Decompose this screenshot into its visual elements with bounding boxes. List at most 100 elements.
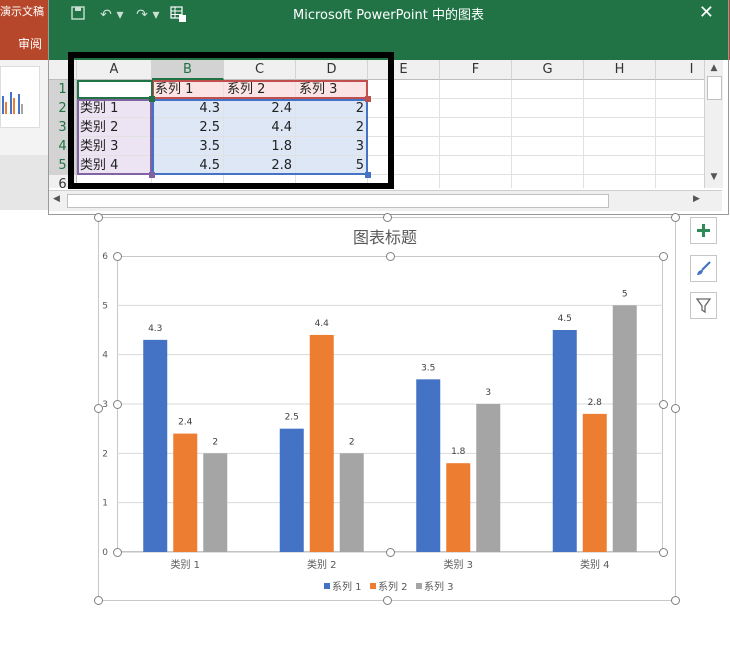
spreadsheet-cell[interactable]: 系列 3 <box>296 80 368 99</box>
range-resize-handle[interactable] <box>149 172 155 178</box>
spreadsheet-cell[interactable]: 类别 3 <box>77 137 152 156</box>
column-header-e[interactable]: E <box>368 60 440 80</box>
spreadsheet-cell[interactable] <box>152 175 224 188</box>
column-header-a[interactable]: A <box>77 60 152 80</box>
column-header-h[interactable]: H <box>584 60 656 80</box>
spreadsheet-cell[interactable] <box>584 99 656 118</box>
range-resize-handle[interactable] <box>365 172 371 178</box>
spreadsheet-cell[interactable] <box>440 175 512 188</box>
spreadsheet-cell[interactable]: 4.3 <box>152 99 224 118</box>
scroll-up-icon[interactable]: ▲ <box>707 63 721 75</box>
spreadsheet-cell[interactable] <box>656 118 704 137</box>
spreadsheet-cell[interactable]: 系列 1 <box>152 80 224 99</box>
spreadsheet-cell[interactable] <box>368 118 440 137</box>
spreadsheet-cell[interactable]: 2.8 <box>224 156 296 175</box>
spreadsheet-cell[interactable] <box>656 80 704 99</box>
ppt-tab-review[interactable]: 审阅 <box>18 35 42 52</box>
spreadsheet-cell[interactable] <box>440 99 512 118</box>
spreadsheet-cell[interactable]: 1.8 <box>224 137 296 156</box>
chart-title[interactable]: 图表标题 <box>300 224 470 248</box>
chart-filters-button[interactable] <box>690 292 717 319</box>
select-all-corner[interactable] <box>49 60 77 80</box>
chart-resize-handle[interactable] <box>94 213 103 222</box>
spreadsheet-cell[interactable]: 类别 2 <box>77 118 152 137</box>
spreadsheet-cell[interactable] <box>368 156 440 175</box>
column-header-i[interactable]: I <box>656 60 704 80</box>
range-resize-handle[interactable] <box>149 96 155 102</box>
spreadsheet-grid[interactable]: A B C D E F G H I 1 2 3 4 5 6 系列 1 系列 2 系列 3 类别 1 4.3 2.4 2 类别… <box>49 60 704 188</box>
spreadsheet-cell[interactable]: 类别 1 <box>77 99 152 118</box>
chart-resize-handle[interactable] <box>671 404 680 413</box>
spreadsheet-cell[interactable] <box>368 99 440 118</box>
plot-resize-handle[interactable] <box>386 252 395 261</box>
close-icon[interactable]: ✕ <box>699 2 714 23</box>
spreadsheet-cell[interactable] <box>656 137 704 156</box>
row-header-3[interactable]: 3 <box>49 118 77 137</box>
plot-resize-handle[interactable] <box>659 252 668 261</box>
spreadsheet-cell[interactable] <box>584 137 656 156</box>
spreadsheet-cell[interactable] <box>512 137 584 156</box>
chart-styles-button[interactable] <box>690 255 717 282</box>
spreadsheet-cell[interactable] <box>440 118 512 137</box>
vertical-scroll-thumb[interactable] <box>707 76 722 100</box>
chart-resize-handle[interactable] <box>383 596 392 605</box>
spreadsheet-cell[interactable]: 2.4 <box>224 99 296 118</box>
scroll-right-icon[interactable]: ▶ <box>693 194 700 204</box>
spreadsheet-cell[interactable]: 2 <box>296 99 368 118</box>
spreadsheet-cell[interactable]: 2 <box>296 118 368 137</box>
plot-resize-handle[interactable] <box>659 400 668 409</box>
spreadsheet-cell[interactable] <box>512 99 584 118</box>
spreadsheet-cell[interactable] <box>512 118 584 137</box>
column-header-d[interactable]: D <box>296 60 368 80</box>
spreadsheet-cell[interactable]: 2.5 <box>152 118 224 137</box>
spreadsheet-cell[interactable]: 4.5 <box>152 156 224 175</box>
spreadsheet-cell[interactable] <box>512 80 584 99</box>
chart-resize-handle[interactable] <box>671 596 680 605</box>
chart-resize-handle[interactable] <box>94 404 103 413</box>
spreadsheet-cell[interactable] <box>296 175 368 188</box>
spreadsheet-cell[interactable] <box>368 137 440 156</box>
spreadsheet-cell[interactable] <box>440 80 512 99</box>
spreadsheet-cell[interactable] <box>656 99 704 118</box>
horizontal-scrollbar[interactable]: ◀ ▶ <box>49 190 722 211</box>
spreadsheet-cell[interactable] <box>584 156 656 175</box>
chart-resize-handle[interactable] <box>94 596 103 605</box>
spreadsheet-cell[interactable] <box>512 175 584 188</box>
spreadsheet-cell[interactable] <box>584 118 656 137</box>
row-header-4[interactable]: 4 <box>49 137 77 156</box>
spreadsheet-cell[interactable]: 系列 2 <box>224 80 296 99</box>
spreadsheet-cell[interactable] <box>440 156 512 175</box>
spreadsheet-cell[interactable] <box>368 175 440 188</box>
scroll-left-icon[interactable]: ◀ <box>53 194 60 204</box>
row-header-5[interactable]: 5 <box>49 156 77 175</box>
plot-resize-handle[interactable] <box>113 252 122 261</box>
row-header-6[interactable]: 6 <box>49 175 77 188</box>
plot-resize-handle[interactable] <box>386 548 395 557</box>
column-header-c[interactable]: C <box>224 60 296 80</box>
plot-resize-handle[interactable] <box>659 548 668 557</box>
chart-resize-handle[interactable] <box>383 213 392 222</box>
chart-resize-handle[interactable] <box>671 213 680 222</box>
column-header-b[interactable]: B <box>152 60 224 80</box>
spreadsheet-cell[interactable]: 3 <box>296 137 368 156</box>
horizontal-scroll-thumb[interactable] <box>67 194 609 208</box>
row-header-2[interactable]: 2 <box>49 99 77 118</box>
column-header-f[interactable]: F <box>440 60 512 80</box>
spreadsheet-cell[interactable] <box>584 80 656 99</box>
spreadsheet-cell[interactable] <box>584 175 656 188</box>
scroll-down-icon[interactable]: ▼ <box>707 172 721 184</box>
spreadsheet-cell[interactable] <box>656 156 704 175</box>
spreadsheet-cell[interactable] <box>440 137 512 156</box>
column-header-g[interactable]: G <box>512 60 584 80</box>
spreadsheet-cell[interactable]: 类别 4 <box>77 156 152 175</box>
chart-elements-button[interactable] <box>690 217 717 244</box>
spreadsheet-cell[interactable] <box>368 80 440 99</box>
plot-area[interactable] <box>117 256 663 552</box>
spreadsheet-cell[interactable] <box>77 80 152 99</box>
spreadsheet-cell[interactable] <box>656 175 704 188</box>
spreadsheet-cell[interactable]: 5 <box>296 156 368 175</box>
vertical-scrollbar[interactable]: ▲ ▼ <box>704 60 723 188</box>
spreadsheet-cell[interactable] <box>224 175 296 188</box>
range-resize-handle[interactable] <box>365 96 371 102</box>
spreadsheet-cell[interactable]: 4.4 <box>224 118 296 137</box>
